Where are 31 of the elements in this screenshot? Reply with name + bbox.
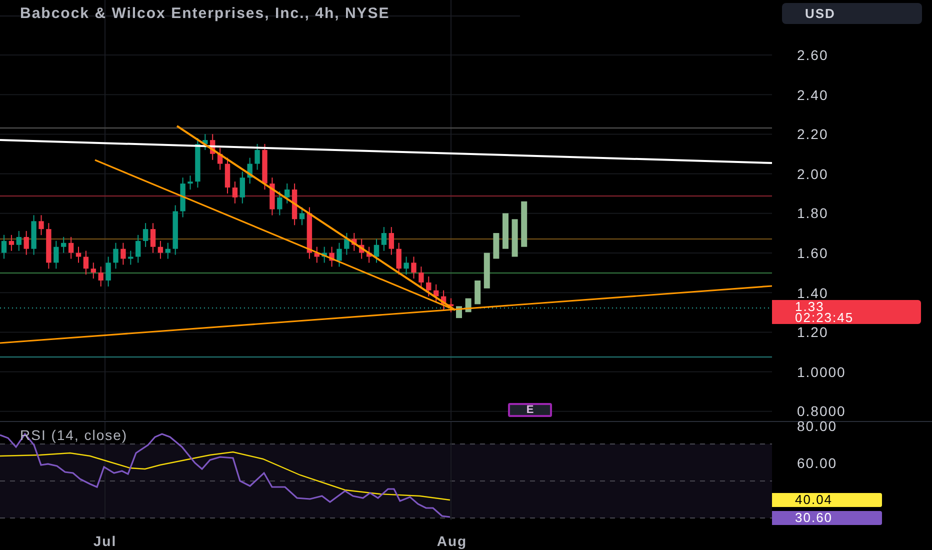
- time-axis-label: Jul: [93, 532, 117, 550]
- price-axis-label: 2.20: [797, 126, 828, 142]
- price-axis-label: 1.80: [797, 205, 828, 222]
- last-price: 1.33: [795, 301, 824, 312]
- rsi-value: 30.60: [772, 511, 882, 525]
- trend-line[interactable]: [176, 125, 456, 311]
- price-axis-label: 1.60: [797, 245, 828, 261]
- price-axis-label: 1.0000: [797, 364, 846, 380]
- projection-bar: [512, 219, 518, 257]
- price-axis-label: 2.40: [797, 86, 828, 103]
- currency-button[interactable]: USD: [782, 3, 922, 24]
- rsi-axis-label: 60.00: [797, 455, 838, 471]
- trend-line[interactable]: [0, 285, 772, 344]
- projection-bar: [502, 213, 508, 249]
- projection-bar: [493, 233, 500, 259]
- trend-line[interactable]: [94, 159, 456, 311]
- earnings-marker[interactable]: E: [508, 403, 552, 417]
- price-axis-label: 1.20: [797, 324, 828, 340]
- price-axis-label: 1.40: [797, 284, 828, 301]
- countdown-timer: 02:23:45: [795, 312, 855, 323]
- price-axis-label: 2.00: [797, 166, 828, 182]
- time-axis-label: Aug: [436, 532, 468, 550]
- rsi-axis-label: 80.00: [797, 418, 838, 434]
- price-axis-label: 2.60: [797, 47, 828, 63]
- price-axis-label: 0.8000: [797, 403, 846, 420]
- projection-bar: [474, 280, 481, 304]
- projection-bar: [484, 252, 490, 288]
- indicator-title: RSI (14, close): [20, 426, 128, 445]
- rsi-ma-value: 40.04: [772, 493, 882, 507]
- chart-title: Babcock & Wilcox Enterprises, Inc., 4h, NYSE: [20, 4, 390, 24]
- projection-bar: [521, 201, 528, 247]
